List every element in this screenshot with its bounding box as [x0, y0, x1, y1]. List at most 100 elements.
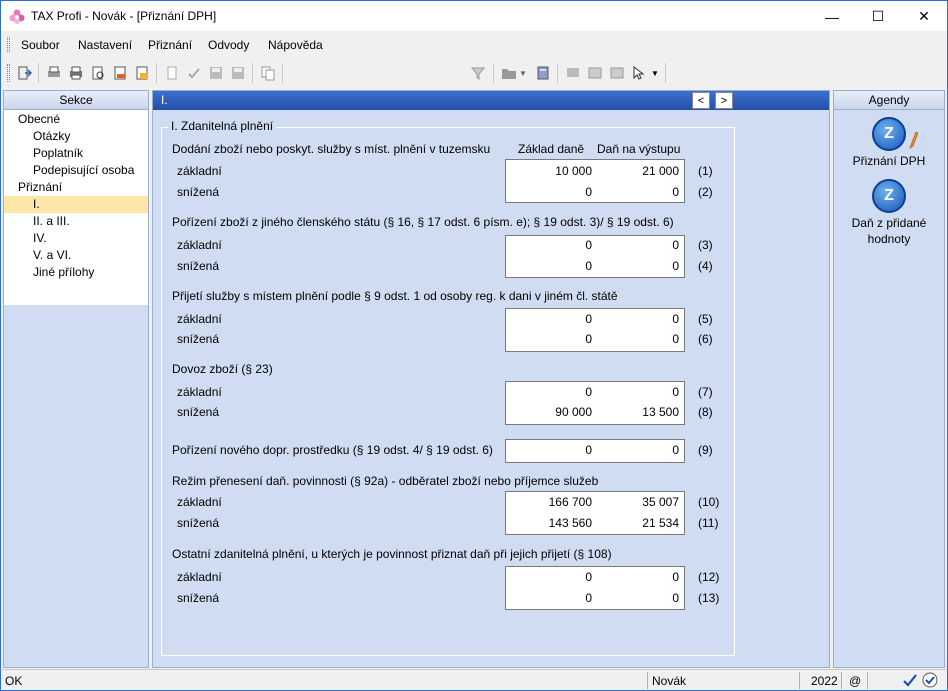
close-button[interactable]: ✕: [901, 1, 947, 32]
tax-field[interactable]: 0: [599, 443, 679, 457]
base-field[interactable]: 10 000: [512, 164, 592, 178]
tax-field[interactable]: 0: [599, 238, 679, 252]
menu-soubor[interactable]: Soubor: [21, 38, 60, 52]
base-field[interactable]: 0: [512, 312, 592, 326]
row-label: snížená: [177, 259, 220, 273]
tax-field[interactable]: 0: [599, 570, 679, 584]
row-code: (1): [698, 164, 713, 178]
nav-item-otazky[interactable]: Otázky: [4, 128, 148, 145]
nav-item-podepisujici-osoba[interactable]: Podepisující osoba: [4, 162, 148, 179]
nav-item-i[interactable]: I.: [4, 196, 148, 213]
tax-field[interactable]: 21 534: [599, 516, 679, 530]
print-setup-icon[interactable]: [45, 64, 63, 82]
calculator-icon[interactable]: [534, 64, 552, 82]
toolbar-separator: [282, 63, 283, 83]
check-icon[interactable]: [185, 64, 203, 82]
base-field[interactable]: 0: [512, 238, 592, 252]
nav-item-ii-iii[interactable]: II. a III.: [4, 213, 148, 230]
column-header-tax: Daň na výstupu: [597, 142, 681, 156]
nav-item-iv[interactable]: IV.: [4, 230, 148, 247]
print-icon[interactable]: [67, 64, 85, 82]
nav-item-poplatnik[interactable]: Poplatník: [4, 145, 148, 162]
tax-field[interactable]: 0: [599, 259, 679, 273]
nav-item-v-vi[interactable]: V. a VI.: [4, 247, 148, 264]
base-field[interactable]: 0: [512, 259, 592, 273]
base-field[interactable]: 166 700: [512, 495, 592, 509]
row-label: základní: [177, 570, 222, 584]
agenda-label[interactable]: Daň z přidané hodnoty: [837, 215, 941, 247]
row-label: základní: [177, 164, 222, 178]
maximize-button[interactable]: ☐: [855, 1, 901, 32]
section-title: Ostatní zdanitelná plnění, u kterých je …: [172, 547, 612, 561]
tax-field[interactable]: 0: [599, 185, 679, 199]
notes-icon[interactable]: [608, 64, 626, 82]
row-code: (10): [698, 495, 720, 509]
toolbar-separator: [38, 63, 39, 83]
row-label: snížená: [177, 516, 220, 530]
status-separator: [841, 672, 842, 689]
base-field[interactable]: 143 560: [512, 516, 592, 530]
copy-icon[interactable]: [259, 64, 277, 82]
toolbar-separator: [493, 63, 494, 83]
nav-item-obecne[interactable]: Obecné: [4, 111, 148, 128]
menu-priznani[interactable]: Přiznání: [148, 38, 192, 52]
help-pointer-icon[interactable]: [630, 64, 648, 82]
tax-field[interactable]: 0: [599, 332, 679, 346]
filter-icon[interactable]: [469, 64, 487, 82]
tax-field[interactable]: 21 000: [599, 164, 679, 178]
status-user: Novák: [652, 674, 687, 688]
tax-field[interactable]: 0: [599, 385, 679, 399]
group-title: I. Zdanitelná plnění: [168, 119, 277, 133]
toolbar-separator: [557, 63, 558, 83]
nav-item-jine-prilohy[interactable]: Jiné přílohy: [4, 264, 148, 281]
base-field[interactable]: 0: [512, 591, 592, 605]
base-field[interactable]: 0: [512, 570, 592, 584]
base-field[interactable]: 0: [512, 385, 592, 399]
row-label: snížená: [177, 405, 220, 419]
base-field[interactable]: 0: [512, 443, 592, 457]
export-pdf-icon[interactable]: [111, 64, 129, 82]
folder-dropdown-icon[interactable]: ▼: [518, 64, 528, 82]
save-as-icon[interactable]: [229, 64, 247, 82]
status-bar: OK Novák 2022 @: [0, 669, 948, 691]
menu-napoveda[interactable]: Nápověda: [268, 38, 323, 52]
toolbar-grip: [7, 64, 10, 82]
new-document-icon[interactable]: [163, 64, 181, 82]
menu-odvody[interactable]: Odvody: [208, 38, 249, 52]
form-header-title: I.: [161, 93, 168, 107]
row-label: základní: [177, 385, 222, 399]
base-field[interactable]: 90 000: [512, 405, 592, 419]
agendas-header: Agendy: [834, 91, 944, 110]
section-title: Dovoz zboží (§ 23): [172, 362, 273, 376]
agenda-label[interactable]: Přiznání DPH: [834, 153, 944, 169]
next-section-button[interactable]: >: [715, 92, 733, 109]
menu-nastaveni[interactable]: Nastavení: [78, 38, 132, 52]
exit-icon[interactable]: [15, 64, 33, 82]
print-preview-icon[interactable]: [89, 64, 107, 82]
section-title: Pořízení nového dopr. prostředku (§ 19 o…: [172, 443, 493, 457]
export-xml-icon[interactable]: [133, 64, 151, 82]
message-icon[interactable]: [564, 64, 582, 82]
base-field[interactable]: 0: [512, 332, 592, 346]
minimize-button[interactable]: —: [809, 1, 855, 32]
nav-item-priznani[interactable]: Přiznání: [4, 179, 148, 196]
tax-field[interactable]: 0: [599, 312, 679, 326]
tax-field[interactable]: 35 007: [599, 495, 679, 509]
help-dropdown-icon[interactable]: ▼: [650, 64, 660, 82]
row-code: (5): [698, 312, 713, 326]
save-icon[interactable]: [207, 64, 225, 82]
status-separator: [867, 672, 868, 689]
vat-return-icon[interactable]: Z: [872, 117, 906, 151]
status-separator: [799, 672, 800, 689]
base-field[interactable]: 0: [512, 185, 592, 199]
form-panel: I. < > I. Zdanitelná plnění Základ daně …: [152, 90, 830, 668]
row-code: (3): [698, 238, 713, 252]
prev-section-button[interactable]: <: [692, 92, 710, 109]
tax-field[interactable]: 0: [599, 591, 679, 605]
sections-panel: Sekce Obecné Otázky Poplatník Podepisují…: [3, 90, 149, 668]
vat-icon[interactable]: Z: [872, 179, 906, 213]
row-label: snížená: [177, 185, 220, 199]
folder-icon[interactable]: [500, 64, 518, 82]
tax-field[interactable]: 13 500: [599, 405, 679, 419]
list-icon[interactable]: [586, 64, 604, 82]
